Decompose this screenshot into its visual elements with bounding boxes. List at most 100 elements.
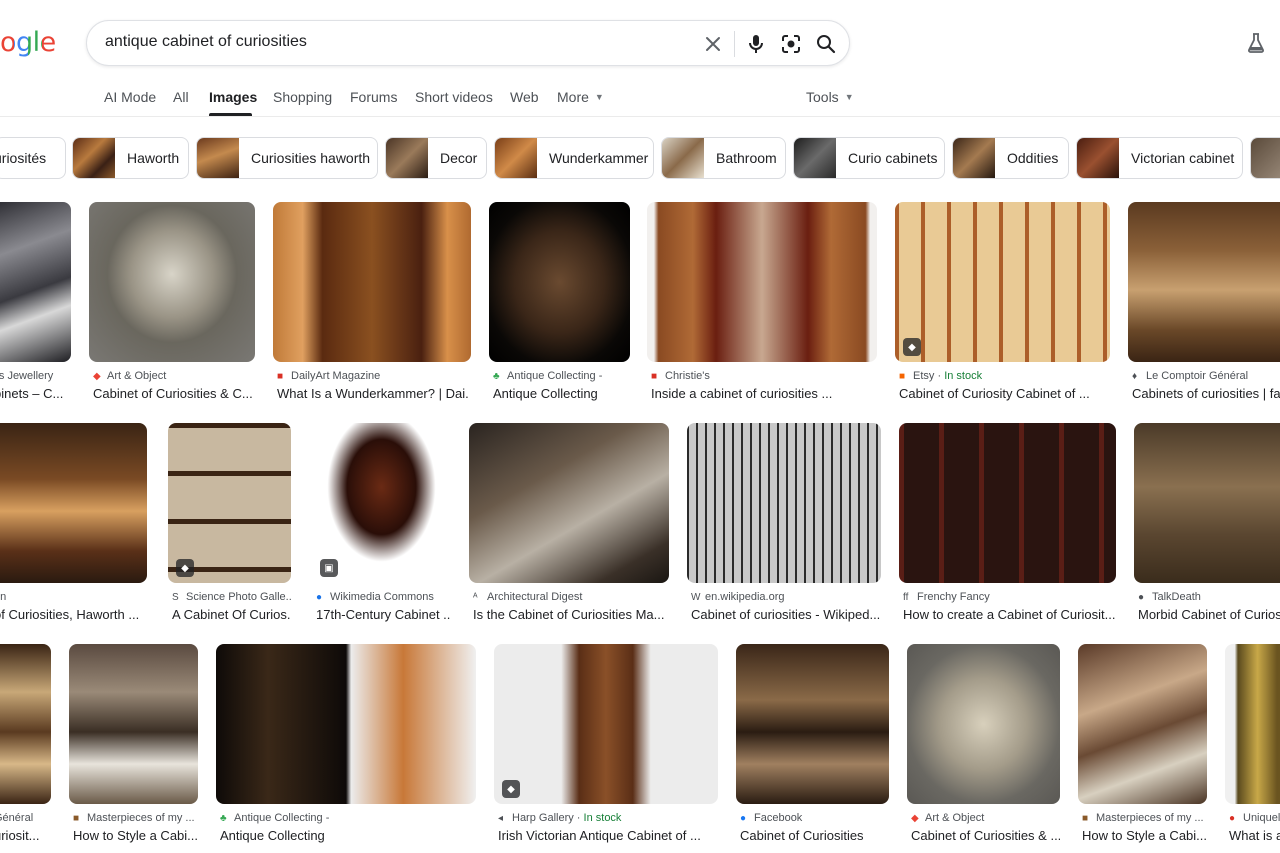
tools-button[interactable]: Tools ▼ [806, 89, 854, 105]
chip-label: Curio cabinets [848, 150, 938, 166]
source-name: Christie's [665, 370, 710, 382]
tools-label: Tools [806, 89, 839, 105]
source-favicon: ᴬ [473, 592, 478, 603]
result-image [489, 202, 630, 362]
result-source: Général [0, 812, 51, 824]
result-image [0, 202, 71, 362]
result-image [0, 644, 51, 804]
chip-more[interactable] [1250, 137, 1280, 179]
separator: · [934, 370, 945, 382]
source-name: Général [0, 812, 34, 824]
result-image [469, 423, 669, 583]
result-source: ● TalkDeath [1138, 591, 1280, 603]
chip-curio-cabinets[interactable]: Curio cabinets [793, 137, 945, 179]
source-favicon: ■ [73, 813, 80, 824]
result-image [1078, 644, 1207, 804]
tab-all[interactable]: All [173, 89, 189, 105]
result-title: Cabinet of Curiosities & ... [911, 828, 1060, 843]
image-badge-icon: ▣ [320, 559, 338, 577]
result-image [1128, 202, 1280, 362]
tabs-divider [0, 116, 1280, 117]
source-favicon: ● [1138, 592, 1145, 603]
source-name: Art & Object [925, 812, 985, 824]
source-name: on [0, 591, 7, 603]
result-source: ■ Christie's [651, 370, 877, 382]
chip-thumbnail [197, 138, 239, 178]
chip-bathroom[interactable]: Bathroom [661, 137, 786, 179]
result-source: ● Uniquel [1229, 812, 1280, 824]
source-favicon: ◂ [498, 813, 504, 824]
result-source: on [0, 591, 147, 603]
result-source: ff Frenchy Fancy [903, 591, 1116, 603]
result-source: ᴬ Architectural Digest [473, 591, 669, 603]
source-favicon: ■ [1082, 813, 1089, 824]
source-favicon: ♦ [1132, 371, 1138, 382]
source-favicon: W [691, 592, 701, 603]
result-image [0, 423, 147, 583]
source-name: DailyArt Magazine [291, 370, 381, 382]
result-image [494, 644, 718, 804]
microphone-icon[interactable] [744, 32, 768, 56]
tab-ai-mode[interactable]: AI Mode [104, 89, 156, 105]
source-favicon: ■ [651, 371, 658, 382]
chip-thumbnail [662, 138, 704, 178]
source-name: Frenchy Fancy [917, 591, 990, 603]
result-image [1134, 423, 1280, 583]
chip-thumbnail [794, 138, 836, 178]
chip-label: Haworth [127, 150, 180, 166]
chip-thumbnail [1077, 138, 1119, 178]
result-source: ◆ Art & Object [93, 370, 253, 382]
search-input[interactable] [105, 33, 665, 51]
chip-oddities[interactable]: Oddities [952, 137, 1069, 179]
source-name: Masterpieces of my ... [1096, 812, 1204, 824]
result-source: ♦ Le Comptoir Général [1132, 370, 1280, 382]
tab-forums[interactable]: Forums [350, 89, 397, 105]
source-name: en.wikipedia.org [705, 591, 785, 603]
tab-short-videos[interactable]: Short videos [415, 89, 493, 105]
result-title: Antique Collecting [220, 828, 325, 843]
result-source: ■ Masterpieces of my ... [73, 812, 198, 824]
result-image [736, 644, 889, 804]
tab-shopping[interactable]: Shopping [273, 89, 332, 105]
chip-decor[interactable]: Decor [385, 137, 487, 179]
search-icon[interactable] [814, 32, 838, 56]
tab-web[interactable]: Web [510, 89, 539, 105]
result-source: ♣ Antique Collecting - [220, 812, 476, 824]
result-image [216, 644, 476, 804]
tab-images[interactable]: Images [209, 89, 257, 105]
chip-thumbnail [495, 138, 537, 178]
close-icon[interactable] [701, 32, 725, 56]
stock-status: In stock [583, 812, 622, 824]
chip-haworth[interactable]: Haworth [72, 137, 189, 179]
result-source: ■ Etsy · In stock [899, 370, 1110, 382]
result-title: How to Style a Cabi... [1082, 828, 1207, 843]
chip-label: uriosités [0, 150, 47, 166]
result-title: Cabinet of curiosities - Wikiped... [691, 607, 881, 622]
source-favicon: ■ [899, 371, 906, 382]
result-source: ◂ Harp Gallery · In stock [498, 812, 718, 824]
source-name: Science Photo Galle... [186, 591, 291, 603]
search-box[interactable] [86, 20, 850, 66]
chip-curiosities-haworth[interactable]: Curiosities haworth [196, 137, 378, 179]
source-favicon: ● [316, 592, 323, 603]
chip-curiosites[interactable]: uriosités [0, 137, 66, 179]
tab-more[interactable]: More ▼ [557, 89, 604, 105]
result-source: lls Jewellery [0, 370, 71, 382]
source-name: Facebook [754, 812, 803, 824]
chip-wunderkammer[interactable]: Wunderkammer [494, 137, 654, 179]
chip-victorian-cabinet[interactable]: Victorian cabinet [1076, 137, 1243, 179]
shopping-tag-icon: ◆ [176, 559, 194, 577]
chip-label: Curiosities haworth [251, 150, 371, 166]
source-name: Art & Object [107, 370, 167, 382]
result-title: Is the Cabinet of Curiosities Ma... [473, 607, 665, 622]
lens-icon[interactable] [779, 32, 803, 56]
result-title: Inside a cabinet of curiosities ... [651, 386, 833, 401]
chip-thumbnail [1251, 138, 1280, 178]
search-divider [734, 31, 735, 57]
google-logo[interactable]: ogle [0, 27, 56, 58]
result-title: Antique Collecting [493, 386, 598, 401]
flask-icon[interactable] [1244, 31, 1268, 55]
chip-label: Decor [440, 150, 478, 166]
logo-text: ogle [0, 27, 56, 58]
result-image [1225, 644, 1280, 804]
